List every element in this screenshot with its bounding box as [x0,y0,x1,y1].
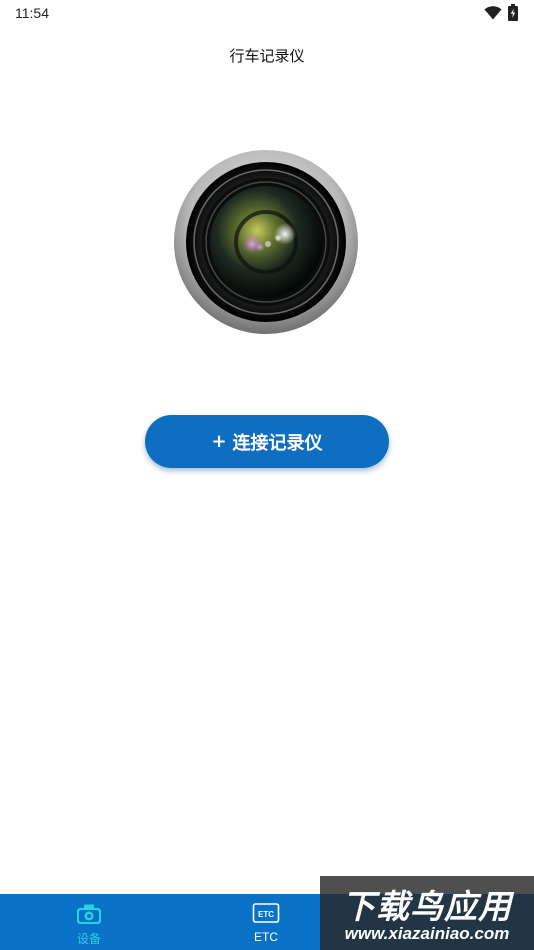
plus-icon: + [211,431,227,452]
battery-icon [508,4,518,21]
etc-icon: ETC [252,903,280,923]
page-title: 行车记录仪 [229,47,305,65]
status-time: 11:54 [15,5,49,21]
connect-recorder-button[interactable]: + 连接记录仪 [145,415,389,468]
watermark-url: www.xiazainiao.com [344,924,510,943]
connect-recorder-label: 连接记录仪 [232,432,323,454]
watermark: 下载鸟应用 www.xiazainiao.com [320,876,534,950]
camera-lens-icon [174,150,358,334]
nav-label-etc: ETC [254,930,278,944]
svg-text:ETC: ETC [258,910,274,919]
nav-label-devices: 设备 [76,932,101,946]
status-bar: 11:54 [0,0,534,28]
wifi-icon [484,6,502,20]
nav-item-devices[interactable]: 设备 [39,894,139,950]
watermark-title: 下载鸟应用 [342,887,512,926]
camera-icon [77,904,101,924]
nav-item-etc[interactable]: ETC ETC [216,894,316,950]
